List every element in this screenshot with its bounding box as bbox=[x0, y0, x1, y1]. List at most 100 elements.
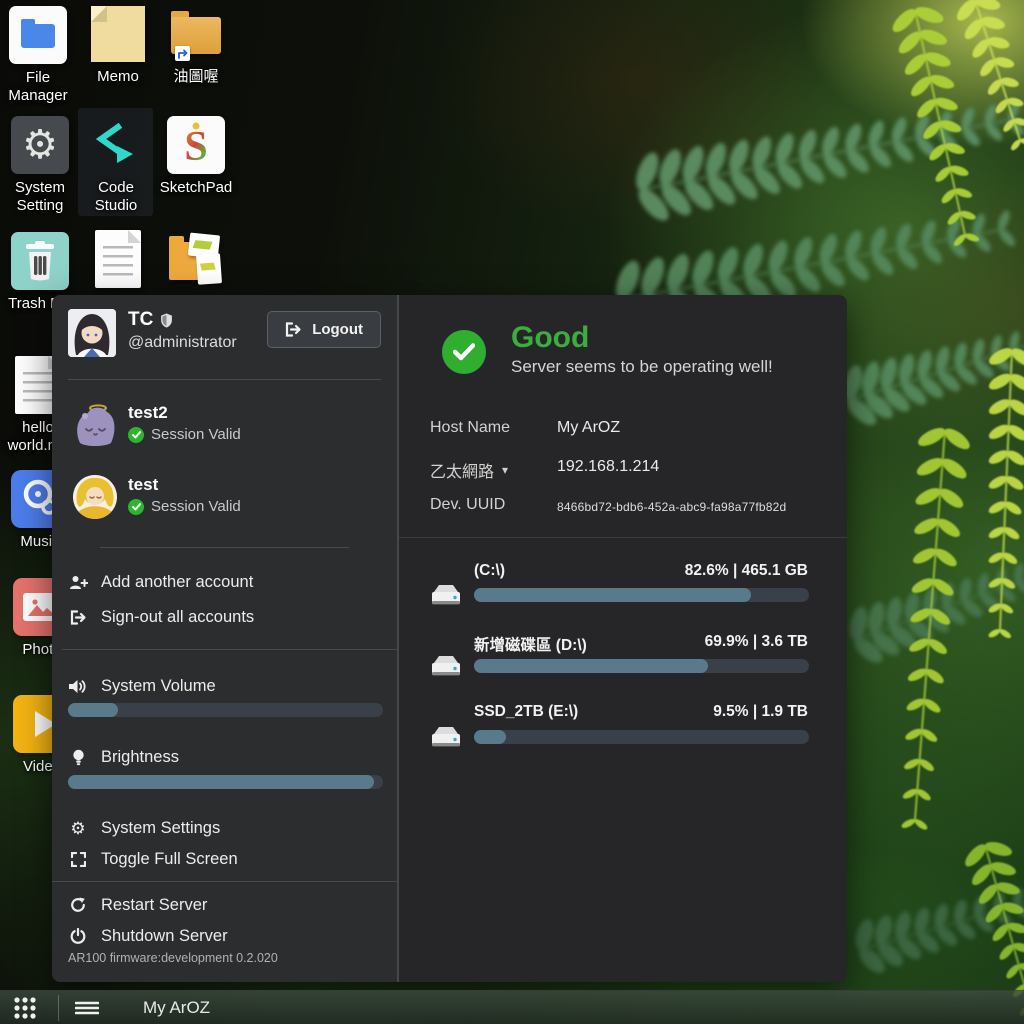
item-label: Sign-out all accounts bbox=[101, 608, 254, 627]
disk-usage-fill bbox=[474, 730, 506, 744]
gear-icon: ⚙ bbox=[11, 116, 69, 174]
folder-icon bbox=[21, 24, 55, 48]
disk-name: SSD_2TB (E:\) bbox=[474, 703, 578, 721]
item-label: System Settings bbox=[101, 819, 220, 838]
desktop-icon-memo[interactable]: Memo bbox=[80, 5, 156, 86]
account-status: Session Valid bbox=[128, 426, 241, 443]
icon-label: File Manager bbox=[0, 69, 76, 105]
icon-label: SketchPad bbox=[158, 179, 234, 197]
desktop-icon-shortcut-folder[interactable]: 油圖喔 bbox=[158, 5, 234, 86]
status-check-icon bbox=[442, 330, 486, 374]
icon-label: Memo bbox=[80, 68, 156, 86]
divider bbox=[62, 649, 397, 650]
memo-note-icon bbox=[91, 6, 145, 62]
network-label: 乙太網路 bbox=[430, 458, 494, 482]
grid-icon bbox=[13, 996, 37, 1020]
desktop-screen: File Manager Memo 油圖喔 ⚙ System Setting C… bbox=[0, 0, 1024, 1024]
divider bbox=[100, 547, 349, 548]
gear-icon: ⚙ bbox=[68, 820, 88, 837]
volume-slider[interactable] bbox=[68, 703, 383, 717]
disk-usage: 69.9% | 3.6 TB bbox=[705, 633, 808, 651]
shield-icon bbox=[160, 313, 173, 328]
status-title: Good bbox=[511, 321, 589, 355]
item-label: Restart Server bbox=[101, 896, 207, 915]
add-account-item[interactable]: Add another account bbox=[68, 569, 253, 595]
restart-icon bbox=[68, 897, 88, 913]
desktop-icon-code-studio[interactable]: Code Studio bbox=[78, 116, 154, 215]
hostname-label: Host Name bbox=[430, 419, 510, 437]
disk-usage-fill bbox=[474, 659, 708, 673]
account-avatar bbox=[73, 475, 117, 519]
item-label: Toggle Full Screen bbox=[101, 850, 238, 869]
desktop-icon-document[interactable] bbox=[80, 230, 156, 288]
taskbar-title: My ArOZ bbox=[143, 998, 210, 1018]
uuid-value: 8466bd72-bdb6-452a-abc9-fa98a77fb82d bbox=[557, 500, 786, 514]
toggle-fullscreen-item[interactable]: Toggle Full Screen bbox=[68, 846, 238, 872]
restart-server-item[interactable]: Restart Server bbox=[68, 892, 207, 918]
trash-icon bbox=[11, 232, 69, 290]
logout-button[interactable]: Logout bbox=[267, 311, 381, 348]
account-row-test[interactable]: test Session Valid bbox=[52, 475, 397, 531]
app-launcher-button[interactable] bbox=[0, 991, 50, 1024]
status-text: Session Valid bbox=[151, 498, 241, 515]
ip-address-value: 192.168.1.214 bbox=[557, 458, 659, 476]
divider bbox=[68, 379, 381, 380]
user-plus-icon bbox=[68, 575, 88, 590]
disk-usage-bar bbox=[474, 730, 809, 744]
hard-drive-icon bbox=[429, 581, 463, 614]
taskbar: My ArOZ bbox=[0, 990, 1024, 1024]
account-row-test2[interactable]: test2 Session Valid bbox=[52, 403, 397, 459]
disk-usage-bar bbox=[474, 588, 809, 602]
brightness-label: Brightness bbox=[68, 744, 179, 770]
firmware-version: AR100 firmware:development 0.2.020 bbox=[68, 951, 278, 965]
disk-usage-bar bbox=[474, 659, 809, 673]
system-settings-item[interactable]: ⚙ System Settings bbox=[68, 815, 220, 841]
brightness-fill bbox=[68, 775, 374, 789]
shortcut-arrow-icon bbox=[175, 46, 190, 61]
hard-drive-icon bbox=[429, 723, 463, 756]
menu-button[interactable] bbox=[65, 991, 109, 1024]
disk-usage-fill bbox=[474, 588, 751, 602]
server-status-panel: Good Server seems to be operating well! … bbox=[397, 295, 847, 982]
user-menu-popup: TC @administrator Logout bbox=[52, 295, 847, 982]
shutdown-server-item[interactable]: Shutdown Server bbox=[68, 923, 228, 949]
chevron-down-icon: ▾ bbox=[502, 463, 508, 477]
desktop-icon-system-setting[interactable]: ⚙ System Setting bbox=[2, 116, 78, 215]
network-dropdown[interactable]: 乙太網路 ▾ bbox=[430, 458, 508, 482]
lightbulb-icon bbox=[68, 749, 88, 766]
desktop-icon-file-manager[interactable]: File Manager bbox=[0, 6, 76, 105]
desktop-icon-photos-folder[interactable] bbox=[158, 230, 234, 288]
brightness-slider[interactable] bbox=[68, 775, 383, 789]
sign-out-icon bbox=[285, 322, 302, 337]
document-icon bbox=[95, 230, 141, 288]
expand-icon bbox=[68, 852, 88, 867]
svg-text:S: S bbox=[184, 124, 207, 170]
check-circle-icon bbox=[128, 499, 144, 515]
volume-icon bbox=[68, 679, 88, 694]
desktop-icon-sketchpad[interactable]: S SketchPad bbox=[158, 116, 234, 197]
icon-label: 油圖喔 bbox=[158, 68, 234, 86]
disk-name: (C:\) bbox=[474, 562, 505, 580]
item-label: Brightness bbox=[101, 748, 179, 767]
signout-all-item[interactable]: Sign-out all accounts bbox=[68, 604, 254, 630]
hamburger-icon bbox=[75, 1001, 99, 1015]
user-handle: @administrator bbox=[128, 334, 237, 352]
item-label: Shutdown Server bbox=[101, 927, 228, 946]
system-volume-label: System Volume bbox=[68, 673, 216, 699]
username: TC bbox=[128, 309, 153, 331]
photo-card-icon bbox=[196, 253, 222, 285]
item-label: System Volume bbox=[101, 677, 216, 696]
status-text: Session Valid bbox=[151, 426, 241, 443]
sign-out-icon bbox=[68, 610, 88, 625]
taskbar-separator bbox=[58, 995, 59, 1021]
item-label: Add another account bbox=[101, 573, 253, 592]
code-studio-icon bbox=[87, 116, 145, 174]
user-avatar bbox=[68, 309, 116, 357]
user-panel: TC @administrator Logout bbox=[52, 295, 397, 982]
divider bbox=[399, 537, 847, 538]
account-status: Session Valid bbox=[128, 498, 241, 515]
divider bbox=[52, 881, 397, 882]
status-message: Server seems to be operating well! bbox=[511, 357, 773, 377]
volume-fill bbox=[68, 703, 118, 717]
username-row: TC bbox=[128, 309, 173, 331]
